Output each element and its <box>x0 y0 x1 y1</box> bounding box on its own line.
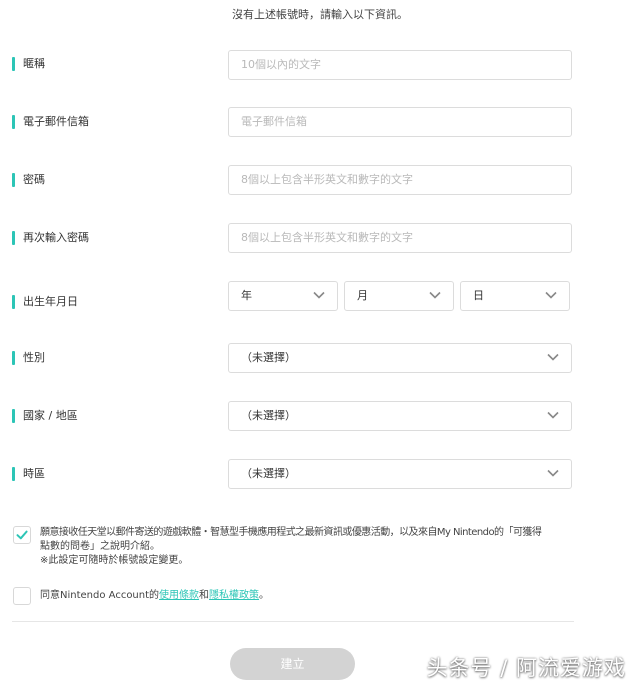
chevron-down-icon <box>547 469 559 477</box>
check-icon <box>16 530 28 540</box>
gender-select[interactable]: （未選擇） <box>228 343 572 373</box>
email-label: 電子郵件信箱 <box>12 115 89 129</box>
birthday-label: 出生年月日 <box>12 295 78 309</box>
country-label: 國家 / 地區 <box>12 409 78 423</box>
birth-month-select[interactable]: 月 <box>344 281 454 311</box>
newsletter-text: 願意接收任天堂以郵件寄送的遊戲軟體・智慧型手機應用程式之最新資訊或優惠活動，以及… <box>40 526 600 568</box>
newsletter-line-1: 願意接收任天堂以郵件寄送的遊戲軟體・智慧型手機應用程式之最新資訊或優惠活動，以及… <box>40 527 542 538</box>
country-select[interactable]: （未選擇） <box>228 401 572 431</box>
nickname-label: 暱稱 <box>12 57 45 71</box>
password-placeholder: 8個以上包含半形英文和數字的文字 <box>241 173 413 186</box>
password-input[interactable]: 8個以上包含半形英文和數字的文字 <box>228 165 572 195</box>
create-account-button[interactable]: 建立 <box>230 648 355 680</box>
agreement-text: 同意Nintendo Account的使用條款和隱私權政策。 <box>40 589 269 603</box>
agreement-checkbox[interactable] <box>13 587 31 605</box>
birth-day-value: 日 <box>473 289 484 302</box>
terms-of-use-link[interactable]: 使用條款 <box>159 590 199 601</box>
timezone-label: 時區 <box>12 467 45 481</box>
nickname-placeholder: 10個以內的文字 <box>241 58 321 71</box>
password-confirm-label: 再次輸入密碼 <box>12 231 89 245</box>
watermark: 头条号 / 阿流爱游戏 <box>426 656 626 680</box>
chevron-down-icon <box>313 291 325 299</box>
newsletter-line-3: ※此設定可隨時於帳號設定變更。 <box>40 555 189 566</box>
birth-month-value: 月 <box>357 289 368 302</box>
email-placeholder: 電子郵件信箱 <box>241 115 307 128</box>
birth-year-value: 年 <box>241 289 252 302</box>
agreement-and: 和 <box>199 590 210 601</box>
privacy-policy-link[interactable]: 隱私權政策 <box>209 590 259 601</box>
intro-text: 沒有上述帳號時，請輸入以下資訊。 <box>232 8 408 21</box>
birth-day-select[interactable]: 日 <box>460 281 570 311</box>
agreement-prefix: 同意Nintendo Account的 <box>40 590 160 601</box>
password-confirm-placeholder: 8個以上包含半形英文和數字的文字 <box>241 231 413 244</box>
nickname-input[interactable]: 10個以內的文字 <box>228 50 572 80</box>
newsletter-checkbox[interactable] <box>13 526 31 544</box>
divider <box>12 621 574 622</box>
timezone-select[interactable]: （未選擇） <box>228 459 572 489</box>
password-label: 密碼 <box>12 173 45 187</box>
newsletter-line-2: 點數的問卷」之說明介紹。 <box>40 541 160 552</box>
email-input[interactable]: 電子郵件信箱 <box>228 107 572 137</box>
gender-label: 性別 <box>12 351 45 365</box>
birth-year-select[interactable]: 年 <box>228 281 338 311</box>
agreement-suffix: 。 <box>259 590 270 601</box>
chevron-down-icon <box>547 353 559 361</box>
chevron-down-icon <box>545 291 557 299</box>
timezone-value: （未選擇） <box>241 467 296 480</box>
gender-value: （未選擇） <box>241 351 296 364</box>
chevron-down-icon <box>429 291 441 299</box>
country-value: （未選擇） <box>241 409 296 422</box>
chevron-down-icon <box>547 411 559 419</box>
password-confirm-input[interactable]: 8個以上包含半形英文和數字的文字 <box>228 223 572 253</box>
